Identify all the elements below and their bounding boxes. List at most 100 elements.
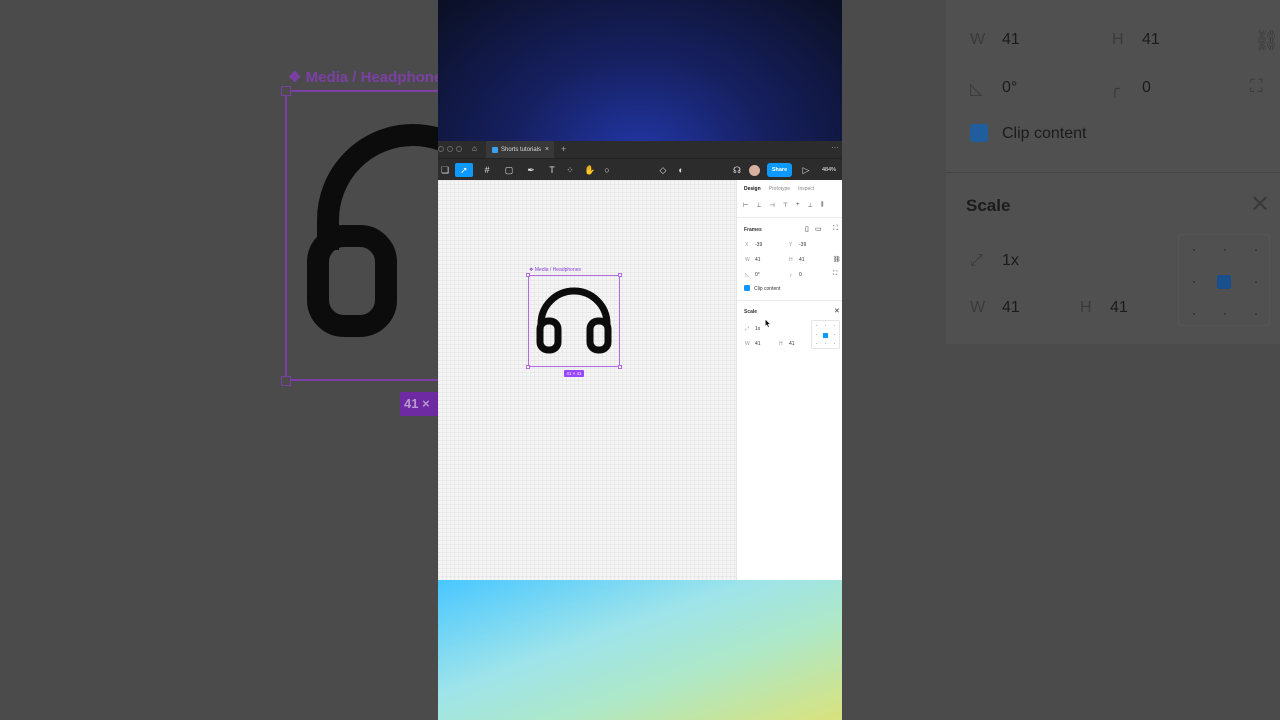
align-top-icon[interactable]: ⊤ (783, 202, 788, 209)
independent-corners-icon: ⛶ (1250, 76, 1263, 96)
rotation-input[interactable]: 0° (755, 272, 760, 278)
scale-anchor-grid[interactable] (811, 320, 840, 349)
x-input[interactable]: -39 (755, 242, 762, 248)
frames-label[interactable]: Frames (744, 227, 762, 233)
new-tab-button[interactable]: + (561, 144, 566, 154)
anchor-center[interactable] (823, 333, 828, 338)
component-tool-icon[interactable]: ◇ (658, 163, 668, 177)
background-right-zoom: W 41 H 41 ⛓ ◺ 0° ╭ 0 ⛶ Clip content Scal… (842, 0, 1280, 720)
align-right-icon[interactable]: ⊣ (769, 202, 774, 209)
rectangle-tool-icon[interactable]: ▢ (503, 163, 515, 177)
canvas-frame-label-text: Media / Headphones (534, 267, 582, 273)
tab-title: Shorts tutorials (501, 146, 542, 153)
main-menu-icon[interactable]: ❏ (440, 163, 450, 177)
resize-handle[interactable] (618, 365, 622, 369)
bg-frame-label: ❖ Media / Headphones (288, 68, 438, 86)
bg-w-label: W (970, 31, 986, 48)
text-tool-icon[interactable]: T (547, 163, 557, 177)
tab-close-icon[interactable]: × (545, 146, 549, 153)
share-button[interactable]: Share (767, 163, 792, 177)
toolbar: ❏ ➚ # ▢ ✒ T ⁘ ✋ ○ ◇ ◐ ☊ Share ▷ 484% (438, 158, 842, 180)
bg-clip-label: Clip content (1002, 125, 1087, 142)
scale-input[interactable]: 1x (755, 326, 760, 332)
move-tool-icon[interactable]: ➚ (455, 163, 473, 177)
align-left-icon[interactable]: ⊢ (743, 202, 748, 209)
video-frame: ❖ Media / Headphones 41 × W 41 H 41 ⛓ ◺ … (0, 0, 1280, 720)
present-play-icon[interactable]: ▷ (802, 163, 810, 177)
gradient-bottom (438, 580, 842, 720)
scale-icon: ⤢ (970, 252, 983, 269)
tab-prototype[interactable]: Prototype (769, 186, 790, 192)
constrain-proportions-icon: ⛓ (1254, 30, 1280, 52)
scale-title: Scale (744, 309, 758, 315)
hand-tool-icon[interactable]: ✋ (584, 163, 595, 177)
align-bottom-icon[interactable]: ⊥ (807, 202, 812, 209)
divider (737, 217, 842, 218)
bg-frame-label-text: Media / Headphones (305, 69, 438, 86)
y-label: Y (789, 242, 793, 248)
file-tab[interactable]: Shorts tutorials × (486, 141, 554, 158)
bg-scale-value: 1x (1002, 252, 1019, 269)
headphones-icon (536, 287, 612, 354)
bg-scale-h-value: 41 (1110, 299, 1128, 316)
scale-w-input[interactable]: 41 (755, 341, 761, 347)
bg-handle (281, 376, 291, 386)
x-label: X (745, 242, 749, 248)
tab-inspect[interactable]: Inspect (798, 186, 814, 192)
scale-h-label: H (779, 341, 783, 347)
selected-frame[interactable] (528, 275, 620, 367)
resize-handle[interactable] (526, 273, 530, 277)
constrain-proportions-icon[interactable]: ⛓ (833, 256, 841, 263)
window-controls[interactable] (438, 146, 462, 152)
figma-window: ⌂ Shorts tutorials × + ··· ❏ ➚ # ▢ ✒ T ⁘… (438, 141, 842, 614)
audio-headphones-icon[interactable]: ☊ (732, 163, 742, 177)
portrait-icon[interactable]: ▯ (805, 225, 809, 233)
clip-content-checkbox[interactable] (744, 285, 750, 291)
bg-rotation-value: 0° (1002, 79, 1018, 96)
more-menu-icon[interactable]: ··· (831, 143, 839, 152)
bg-scale-h-label: H (1080, 299, 1092, 316)
resize-handle[interactable] (618, 273, 622, 277)
bg-handle (281, 86, 291, 96)
zoom-level[interactable]: 484% (822, 163, 836, 177)
scale-w-label: W (745, 341, 750, 347)
divider (737, 300, 842, 301)
tab-design[interactable]: Design (744, 186, 761, 192)
bg-radius-value: 0 (1142, 79, 1151, 96)
resize-handle[interactable] (526, 365, 530, 369)
close-icon: ✕ (1250, 191, 1271, 218)
home-icon[interactable]: ⌂ (472, 145, 480, 153)
resources-icon[interactable]: ⁘ (565, 163, 575, 177)
corner-radius-icon: ╭ (789, 272, 793, 278)
component-icon: ❖ (288, 69, 302, 86)
resize-to-fit-icon[interactable]: ⛶ (833, 225, 838, 233)
w-input[interactable]: 41 (755, 257, 761, 263)
mask-icon[interactable]: ◐ (676, 163, 686, 177)
frame-tool-icon[interactable]: # (481, 163, 493, 177)
design-canvas[interactable]: ❖ Media / Headphones 41 × 41 ? (438, 180, 835, 614)
landscape-icon[interactable]: ▭ (815, 225, 822, 233)
scale-h-input[interactable]: 41 (789, 341, 795, 347)
bg-clip-checkbox (970, 124, 988, 142)
rotation-icon: ◺ (970, 81, 983, 98)
phone-capture: ⌂ Shorts tutorials × + ··· ❏ ➚ # ▢ ✒ T ⁘… (438, 0, 842, 720)
y-input[interactable]: -39 (799, 242, 806, 248)
independent-corners-icon[interactable]: ⛶ (833, 271, 837, 278)
h-input[interactable]: 41 (799, 257, 805, 263)
bg-scale-title: Scale (966, 196, 1011, 215)
bg-scale-w-value: 41 (1002, 299, 1020, 316)
align-middle-icon[interactable]: + (796, 202, 800, 209)
align-center-h-icon[interactable]: ⊥ (756, 202, 761, 209)
radius-input[interactable]: 0 (799, 272, 802, 278)
distribute-icon[interactable]: ⫼ (821, 202, 824, 209)
avatar[interactable] (749, 165, 760, 176)
rotation-icon: ◺ (745, 272, 749, 278)
pen-tool-icon[interactable]: ✒ (525, 163, 537, 177)
close-icon[interactable]: ✕ (834, 307, 840, 315)
background-left-zoom: ❖ Media / Headphones 41 × (0, 0, 438, 720)
w-label: W (745, 257, 750, 263)
gradient-top (438, 0, 842, 141)
canvas-frame-label[interactable]: ❖ Media / Headphones (529, 267, 581, 273)
figma-file-icon (492, 146, 498, 153)
comment-tool-icon[interactable]: ○ (602, 163, 612, 177)
